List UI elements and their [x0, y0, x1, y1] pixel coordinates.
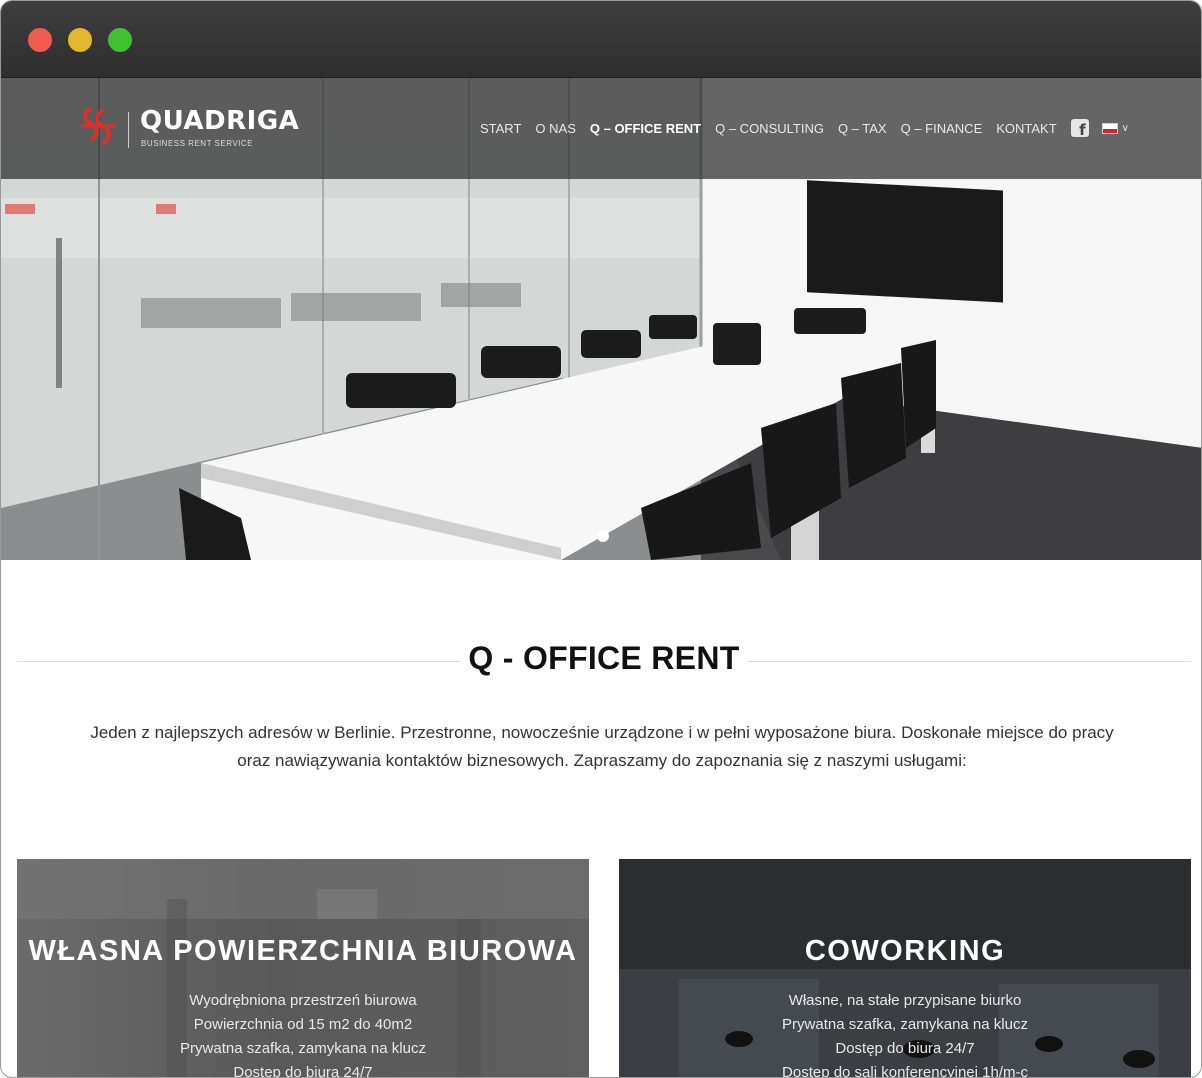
nav-item-kontakt[interactable]: KONTAKT [996, 121, 1056, 136]
page-title: Q - OFFICE RENT [468, 640, 740, 676]
slider-dot-active[interactable] [597, 530, 609, 542]
feature-line: Dostęp do biura 24/7 [835, 1040, 975, 1057]
feature-line: Powierzchnia od 15 m2 do 40m2 [193, 1016, 413, 1033]
quadriga-logo[interactable]: QUADRIGA BUSINESS RENT SERVICE [79, 104, 309, 154]
window-titlebar [1, 1, 1201, 78]
nav-item-o-nas[interactable]: O NAS [535, 121, 575, 136]
feature-line: Własne, na stałe przypisane biurko [788, 992, 1022, 1009]
maximize-window-button[interactable] [108, 28, 132, 52]
feature-line: Prywatna szafka, zamykana na klucz [180, 1040, 426, 1057]
feature-line: Dostęp do sali konferencyjnej 1h/m-c [782, 1064, 1028, 1078]
nav-item-start[interactable]: START [480, 121, 521, 136]
card-title-coworking: COWORKING [804, 935, 1006, 967]
main-navbar: QUADRIGA BUSINESS RENT SERVICE START O N… [1, 78, 1201, 179]
browser-window: QUADRIGA BUSINESS RENT SERVICE START O N… [0, 0, 1202, 1078]
feature-line: Dostęp do biura 24/7 [233, 1064, 373, 1078]
facebook-icon[interactable]: f [1070, 119, 1089, 138]
hero-slider: QUADRIGA BUSINESS RENT SERVICE START O N… [1, 78, 1201, 560]
offer-card-office[interactable]: WŁASNA POWIERZCHNIA BIUROWA Wyodrębniona… [17, 859, 589, 1078]
logo-divider [128, 112, 129, 148]
card-title-office: WŁASNA POWIERZCHNIA BIUROWA [28, 935, 578, 967]
nav-item-tax[interactable]: Q – TAX [838, 121, 887, 136]
section-heading: Q - OFFICE RENT [17, 640, 1191, 682]
nav-item-office-rent[interactable]: Q – OFFICE RENT [590, 121, 701, 136]
intro-line-2: oraz nawiązywania kontaktów biznesowych.… [237, 751, 967, 770]
feature-line: Wyodrębniona przestrzeń biurowa [189, 992, 417, 1009]
card-features-office: Wyodrębniona przestrzeń biurowa Powierzc… [17, 989, 589, 1078]
intro-line-1: Jeden z najlepszych adresów w Berlinie. … [90, 723, 1114, 742]
nav-item-consulting[interactable]: Q – CONSULTING [715, 121, 824, 136]
nav-item-finance[interactable]: Q – FINANCE [901, 121, 983, 136]
chevron-down-icon: ∨ [1121, 122, 1129, 134]
brand-name: QUADRIGA [140, 106, 300, 136]
brand-tagline: BUSINESS RENT SERVICE [141, 139, 254, 148]
close-window-button[interactable] [28, 28, 52, 52]
main-nav: START O NAS Q – OFFICE RENT Q – CONSULTI… [466, 119, 1129, 138]
quadriga-logo-mark-icon [81, 106, 115, 146]
card-features-coworking: Własne, na stałe przypisane biurko Prywa… [619, 989, 1191, 1078]
intro-text: Jeden z najlepszych adresów w Berlinie. … [61, 719, 1143, 775]
polish-flag-icon [1101, 122, 1118, 134]
minimize-window-button[interactable] [68, 28, 92, 52]
language-selector[interactable]: ∨ [1101, 122, 1129, 134]
feature-line: Prywatna szafka, zamykana na klucz [782, 1016, 1028, 1033]
offer-card-coworking[interactable]: COWORKING Własne, na stałe przypisane bi… [619, 859, 1191, 1078]
